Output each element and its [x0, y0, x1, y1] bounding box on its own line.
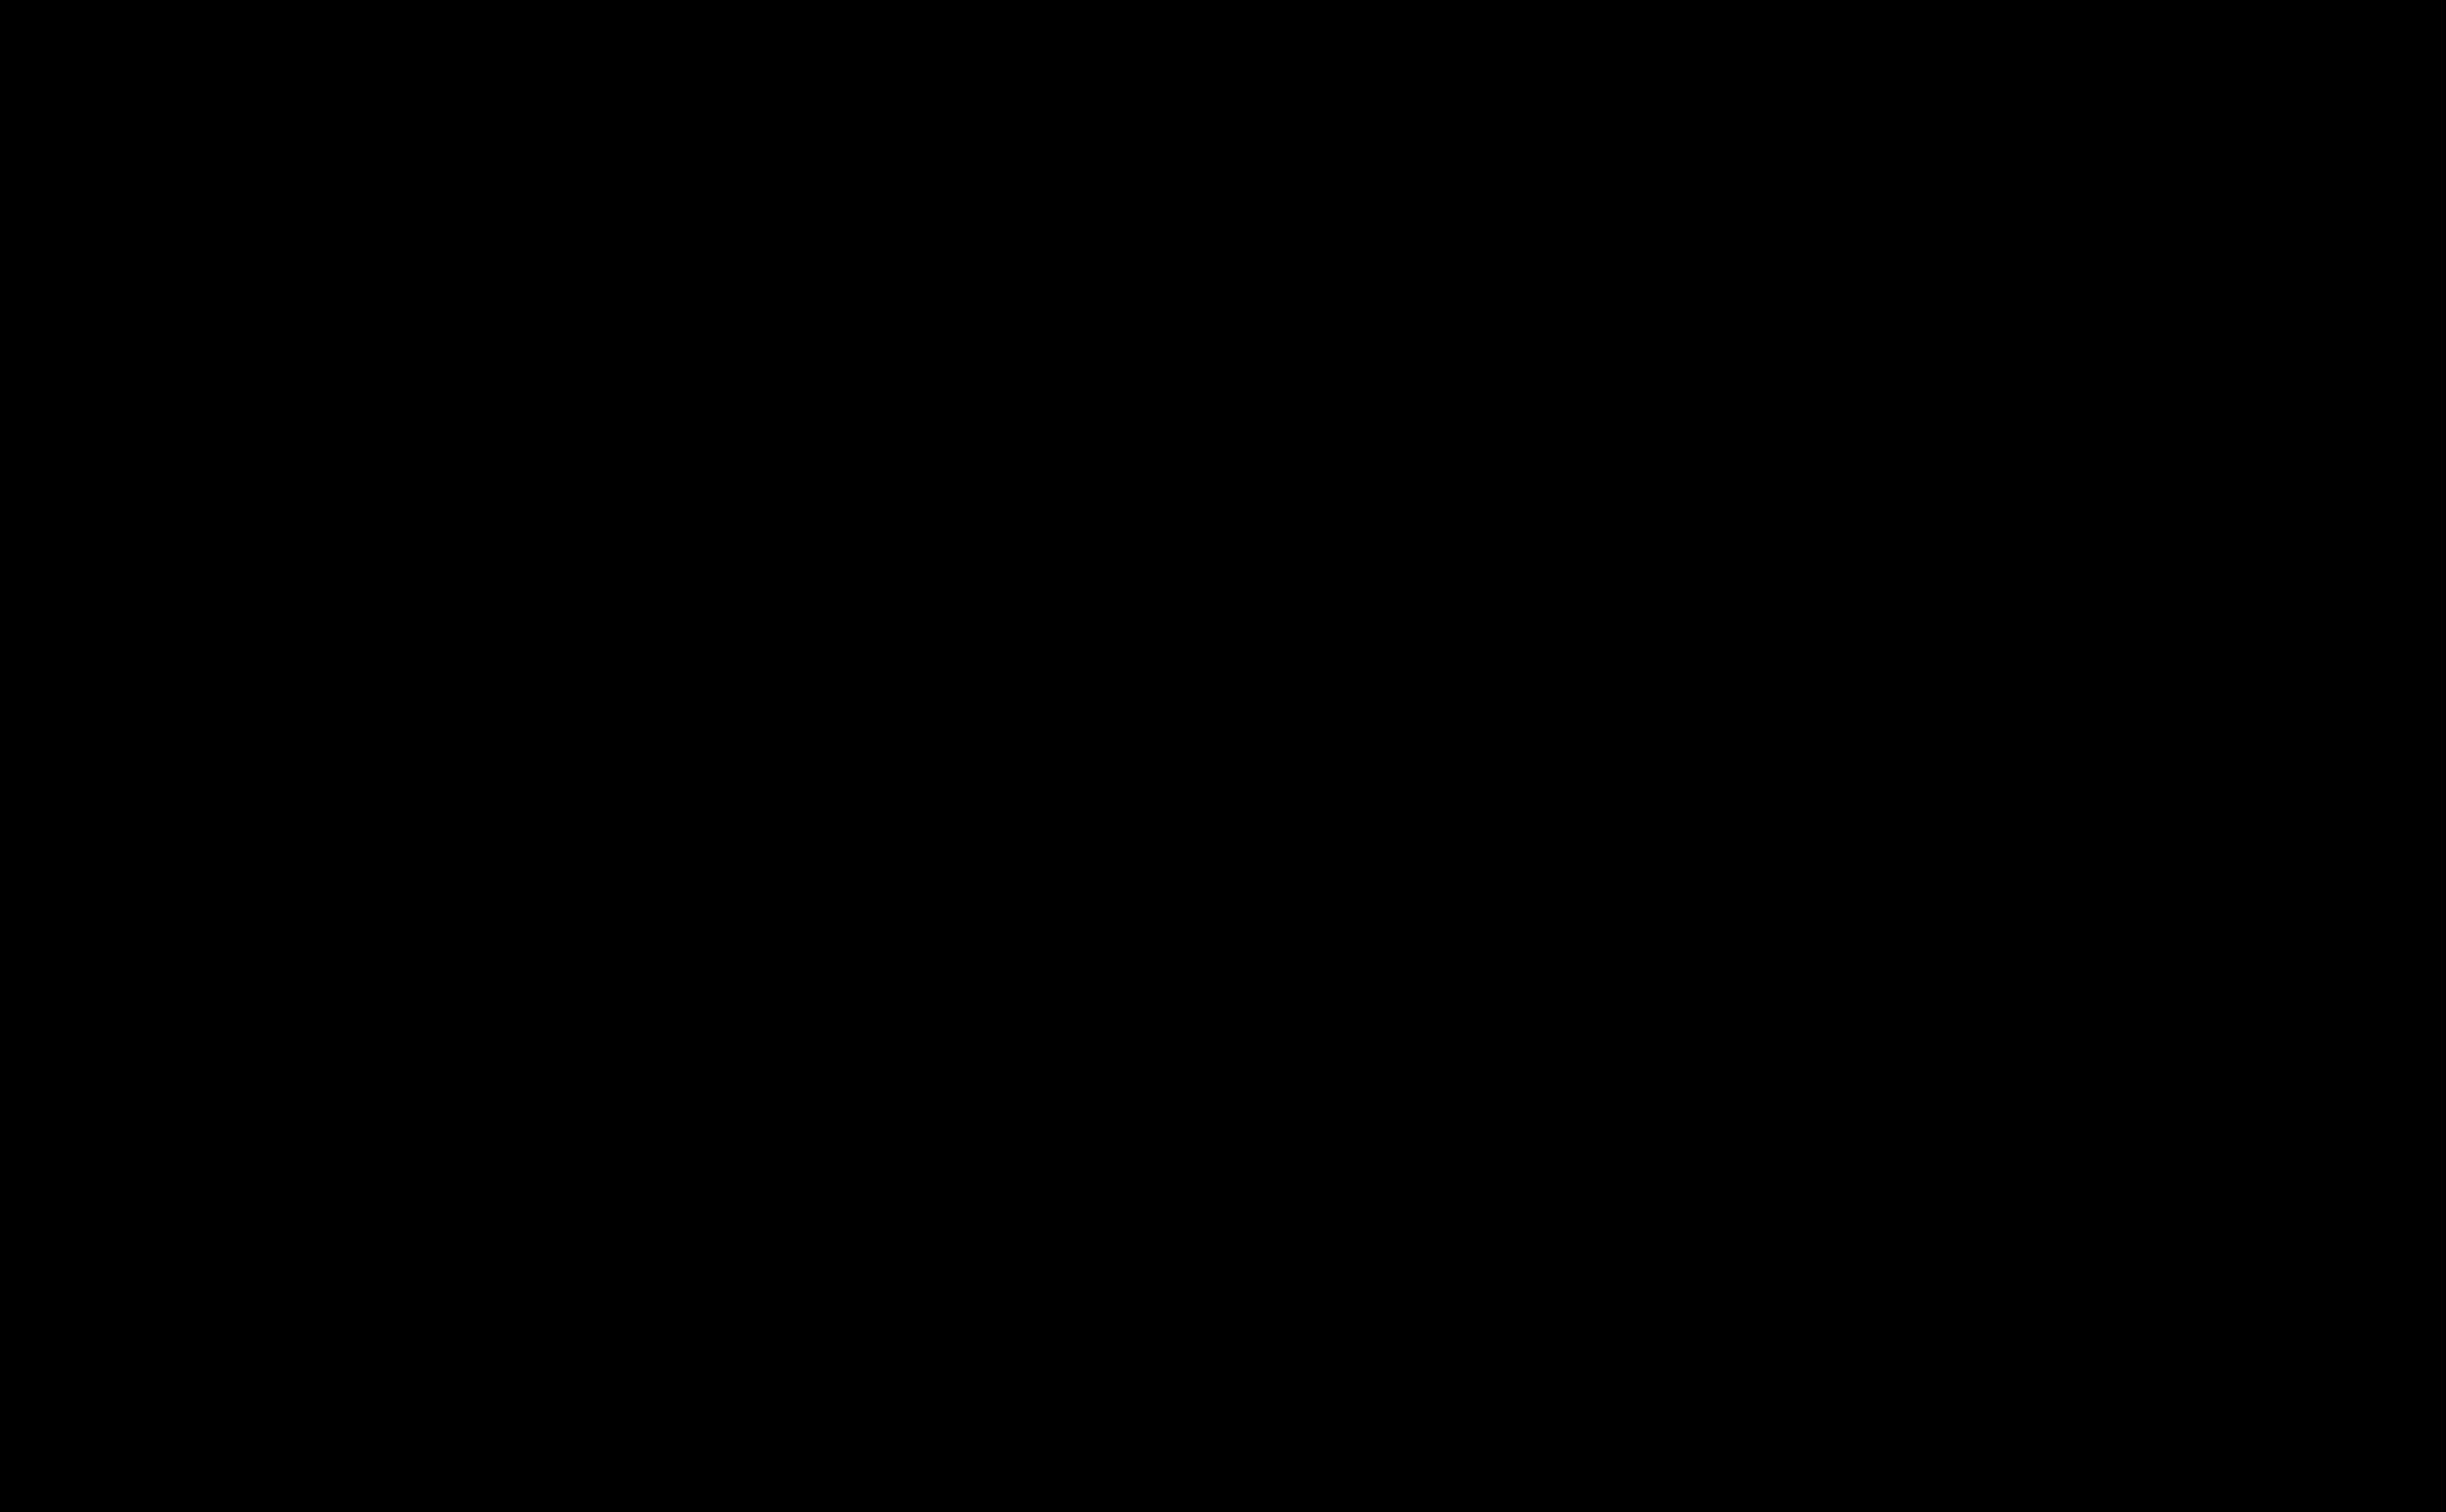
- qscan-cross-correlation-plot: [0, 0, 2446, 1512]
- heatmap-canvas: [0, 0, 2446, 1512]
